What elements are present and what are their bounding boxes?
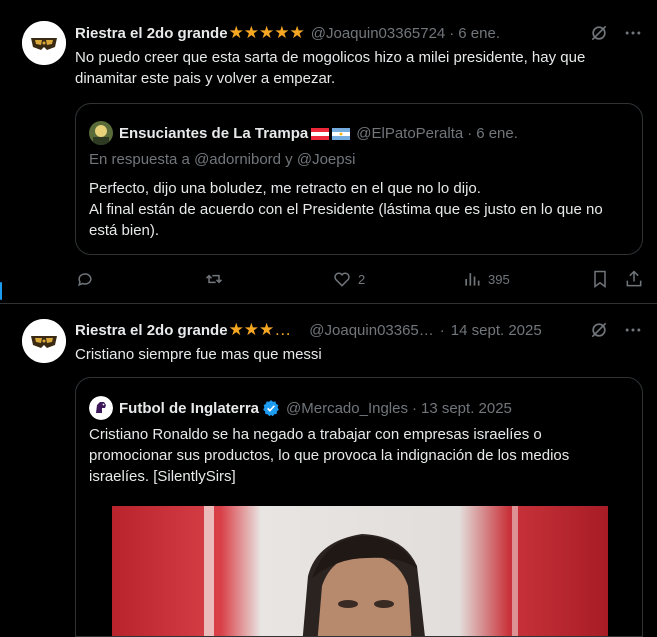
quote-text-line2: Al final están de acuerdo con el Preside… <box>89 201 603 239</box>
quote-author-name[interactable]: Ensuciantes de La Trampa <box>119 125 308 142</box>
quote-author-name[interactable]: Futbol de Inglaterra <box>119 400 259 417</box>
like-icon <box>334 272 350 287</box>
more-icon[interactable] <box>623 320 643 340</box>
quote-text: Cristiano Ronaldo se ha negado a trabaja… <box>89 426 570 485</box>
separator: · <box>411 399 417 417</box>
quoted-tweet[interactable]: Futbol de Inglaterra @Mercado_Ingles · 1… <box>75 377 643 637</box>
grok-icon[interactable] <box>589 320 609 340</box>
quote-text-line1: Perfecto, dijo una boludez, me retracto … <box>89 180 481 197</box>
quote-avatar-image-icon <box>89 121 113 145</box>
separator: · <box>439 321 445 339</box>
author-name[interactable]: Riestra el 2do grande <box>75 322 228 339</box>
tweet-text: Cristiano siempre fue mas que messi <box>75 346 322 363</box>
argentina-flag-icon <box>332 127 351 140</box>
like-count: 2 <box>358 271 366 287</box>
austria-flag-icon <box>311 127 330 140</box>
separator: · <box>467 124 473 142</box>
share-icon[interactable] <box>624 269 644 289</box>
reply-icon <box>78 273 92 287</box>
quote-avatar[interactable] <box>89 121 113 145</box>
avatar[interactable] <box>22 21 66 65</box>
quote-avatar[interactable] <box>89 396 113 420</box>
author-name[interactable]: Riestra el 2do grande <box>75 25 228 42</box>
tweet[interactable]: Riestra el 2do grande ★★★★★ @Joaquin0336… <box>0 0 657 303</box>
premier-league-logo-icon <box>89 396 113 420</box>
like-button[interactable]: 2 <box>332 269 365 289</box>
photo-icon <box>112 506 608 636</box>
avatar-logo-icon <box>22 319 66 363</box>
header-icons <box>589 23 643 43</box>
header-icons <box>589 320 643 340</box>
tweet-header: Riestra el 2do grande ★★★★★ @Joaquin0336… <box>75 22 643 44</box>
grok-icon[interactable] <box>589 23 609 43</box>
verified-badge-icon <box>263 400 279 417</box>
avatar[interactable] <box>22 319 66 363</box>
separator: · <box>449 24 455 42</box>
tweet-date[interactable]: 14 sept. 2025 <box>451 322 542 339</box>
bookmark-icon[interactable] <box>590 269 610 289</box>
tweet-header: Riestra el 2do grande ★★★… @Joaquin03365… <box>75 319 643 341</box>
quote-header: Ensuciantes de La Trampa @ElPatoPeralta … <box>89 121 518 145</box>
retweet-button[interactable] <box>204 269 230 289</box>
author-handle[interactable]: @Joaquin03365724 <box>311 25 446 42</box>
quote-date[interactable]: 13 sept. 2025 <box>421 400 512 417</box>
avatar-logo-icon <box>22 21 66 65</box>
quote-handle[interactable]: @Mercado_Ingles <box>286 400 408 417</box>
quote-header: Futbol de Inglaterra @Mercado_Ingles · 1… <box>89 396 512 420</box>
author-handle[interactable]: @Joaquin03365… <box>309 322 433 339</box>
quoted-tweet[interactable]: Ensuciantes de La Trampa @ElPatoPeralta … <box>75 103 643 255</box>
author-stars: ★★★★★ <box>228 23 305 42</box>
views-button[interactable]: 395 <box>462 269 510 289</box>
retweet-icon <box>205 274 223 284</box>
tweet-text: No puedo creer que esta sarta de mogolic… <box>75 49 586 87</box>
views-count: 395 <box>488 271 510 287</box>
quote-date[interactable]: 6 ene. <box>476 125 518 142</box>
views-icon <box>465 273 480 286</box>
quote-handle[interactable]: @ElPatoPeralta <box>356 125 463 142</box>
tweet[interactable]: Riestra el 2do grande ★★★… @Joaquin03365… <box>0 304 657 637</box>
tweet-date[interactable]: 6 ene. <box>458 25 500 42</box>
reply-context: En respuesta a @adornibord y @Joepsi <box>89 151 356 168</box>
quote-media-image[interactable] <box>112 506 608 636</box>
more-icon[interactable] <box>623 23 643 43</box>
author-stars: ★★★… <box>228 320 292 339</box>
reply-button[interactable] <box>75 269 101 289</box>
action-bar: 2 395 <box>75 267 645 291</box>
